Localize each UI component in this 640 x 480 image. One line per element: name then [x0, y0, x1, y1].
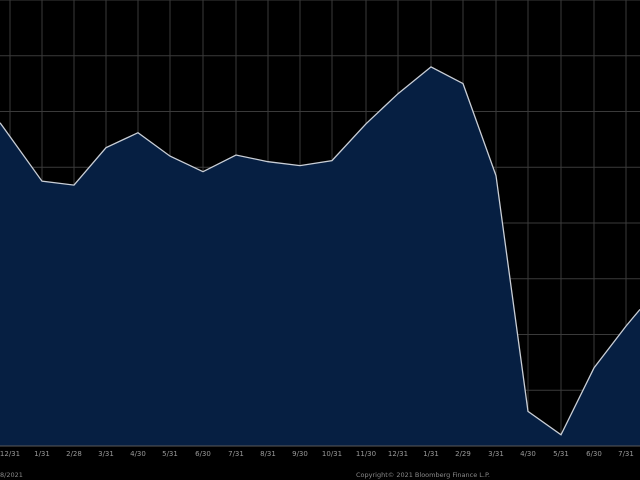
x-tick-label: 5/31	[162, 450, 178, 458]
x-tick-label: 1/31	[423, 450, 439, 458]
footer-copyright: Copyright© 2021 Bloomberg Finance L.P.	[356, 471, 490, 479]
x-tick-label: 5/31	[553, 450, 569, 458]
footer-date: 8/2021	[0, 471, 23, 479]
x-tick-label: 12/31	[388, 450, 408, 458]
area-chart: 12/31 1/31 2/28 3/31 4/30 5/31 6/30 7/31 8/31 9/3…	[0, 0, 640, 480]
series-area	[0, 66, 640, 447]
x-tick-label: 7/31	[228, 450, 244, 458]
x-tick-label: 8/31	[260, 450, 276, 458]
x-axis-ticks: 12/31 1/31 2/28 3/31 4/30 5/31 6/30 7/31 8/31 9/3…	[0, 445, 640, 458]
x-tick-label: 10/31	[322, 450, 342, 458]
x-tick-label: 4/30	[520, 450, 536, 458]
x-tick-label: 1/31	[34, 450, 50, 458]
x-tick-label: 12/31	[0, 450, 20, 458]
x-tick-label: 9/30	[292, 450, 308, 458]
x-tick-label: 3/31	[488, 450, 504, 458]
x-tick-label: 2/29	[455, 450, 471, 458]
x-tick-label: 2/28	[66, 450, 82, 458]
x-tick-label: 7/31	[618, 450, 634, 458]
x-tick-label: 6/30	[586, 450, 602, 458]
chart-svg: 12/31 1/31 2/28 3/31 4/30 5/31 6/30 7/31 8/31 9/3…	[0, 0, 640, 479]
x-tick-label: 4/30	[130, 450, 146, 458]
x-tick-label: 3/31	[98, 450, 114, 458]
x-tick-label: 6/30	[195, 450, 211, 458]
x-tick-label: 11/30	[356, 450, 376, 458]
